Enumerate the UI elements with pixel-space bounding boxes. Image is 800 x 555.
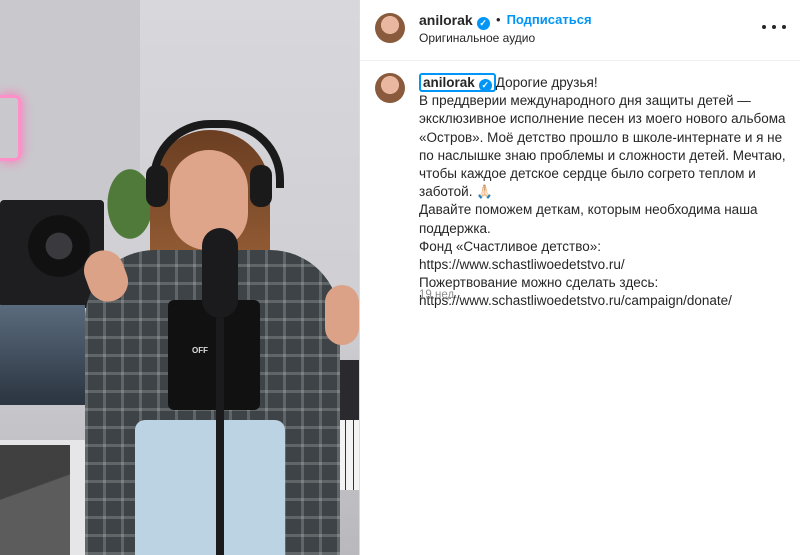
caption-line: чтобы каждое детское сердце было согрето… [419,166,756,182]
donation-link-1[interactable]: https://www.schastliwoedetstvo.ru/ [419,256,794,274]
caption-line: заботой. 🙏🏻 [419,184,494,200]
caption-avatar[interactable] [375,73,405,103]
mic-stand [216,318,224,555]
caption-line: эксклюзивное исполнение песен из моего н… [419,111,786,127]
caption-line: Дорогие друзья! [495,75,598,90]
verified-badge-icon: ✓ [478,79,492,92]
caption-line: «Остров». Моё детство прошло в школе-инт… [419,129,783,145]
right-hand [325,285,359,345]
author-username[interactable]: anilorak ✓ [419,12,490,30]
donation-link-2[interactable]: https://www.schastliwoedetstvo.ru/campai… [419,292,794,310]
caption-username-text[interactable]: anilorak [423,75,475,90]
caption-username[interactable]: anilorak ✓ [419,73,496,92]
post-video[interactable]: OFF [0,0,359,555]
follow-button[interactable]: • Подписаться [496,12,592,27]
neon-sign [0,95,21,161]
microphone [202,228,238,318]
caption-line: поддержка. [419,220,491,236]
author-avatar[interactable] [375,13,405,43]
caption-line: В преддверии международного дня защиты д… [419,93,751,109]
shirt-print: OFF [192,346,208,355]
music-stand [0,445,70,555]
mixer [0,305,85,405]
post-sidebar: anilorak ✓ • Подписаться Оригинальное ауди… [360,0,800,555]
caption-line: Пожертвование можно сделать здесь: [419,275,659,291]
separator-dot: • [496,12,501,27]
more-options-icon[interactable] [762,17,786,37]
caption-line: Давайте поможем деткам, которым необходи… [419,202,758,218]
headphone-left [146,165,168,207]
post-timestamp[interactable]: 19 нед. [419,289,457,301]
author-username-text[interactable]: anilorak [419,12,473,28]
post-viewer: OFF anilorak ✓ • Подписаться Оригинальное … [0,0,800,555]
follow-label[interactable]: Подписаться [507,12,592,27]
post-header: anilorak ✓ • Подписаться Оригинальное ауди… [360,0,800,61]
caption-line: по наслышке знаю проблемы и сложности де… [419,147,786,163]
verified-badge-icon: ✓ [476,17,490,30]
headphone-right [250,165,272,207]
audio-link[interactable]: Оригинальное аудио [419,31,535,45]
caption: anilorak ✓ Дорогие друзья! В преддверии ме… [419,73,794,311]
speaker-cone [28,215,90,277]
caption-line: Фонд «Счастливое детство»: [419,238,602,254]
jeans [135,420,285,555]
